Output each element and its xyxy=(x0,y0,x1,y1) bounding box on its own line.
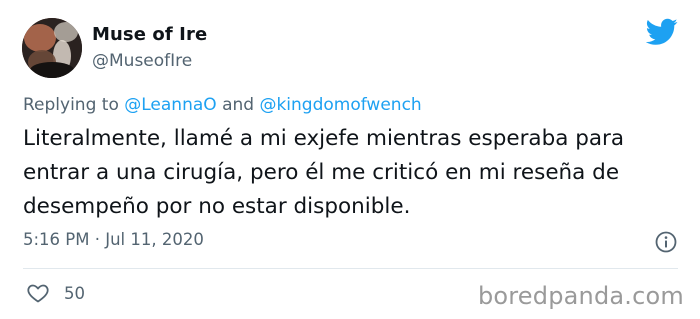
replying-prefix: Replying to xyxy=(23,95,119,115)
replying-to: Replying to @LeannaO and @kingdomofwench xyxy=(23,95,422,115)
avatar-image xyxy=(22,18,82,78)
heart-icon xyxy=(27,284,49,303)
watermark: boredpanda.com xyxy=(477,282,684,310)
divider xyxy=(23,268,678,269)
reply-mention-link[interactable]: @LeannaO xyxy=(124,95,216,115)
tweet-text: Literalmente, llamé a mi exjefe mientras… xyxy=(23,126,625,219)
tweet-date: Jul 11, 2020 xyxy=(105,230,204,249)
replying-conjunction: and xyxy=(222,95,255,115)
reply-mention-link[interactable]: @kingdomofwench xyxy=(259,95,421,115)
display-name[interactable]: Muse of Ire xyxy=(92,24,207,45)
info-icon[interactable] xyxy=(654,230,678,254)
like-count: 50 xyxy=(64,283,85,303)
tweet-timestamp[interactable]: 5:16 PM · Jul 11, 2020 xyxy=(23,230,204,249)
meta-separator: · xyxy=(94,230,100,249)
like-button[interactable]: 50 xyxy=(26,281,85,305)
user-handle[interactable]: @MuseofIre xyxy=(92,51,192,71)
twitter-bird-icon[interactable] xyxy=(646,18,678,46)
avatar[interactable] xyxy=(22,18,82,78)
tweet-time: 5:16 PM xyxy=(23,230,90,249)
